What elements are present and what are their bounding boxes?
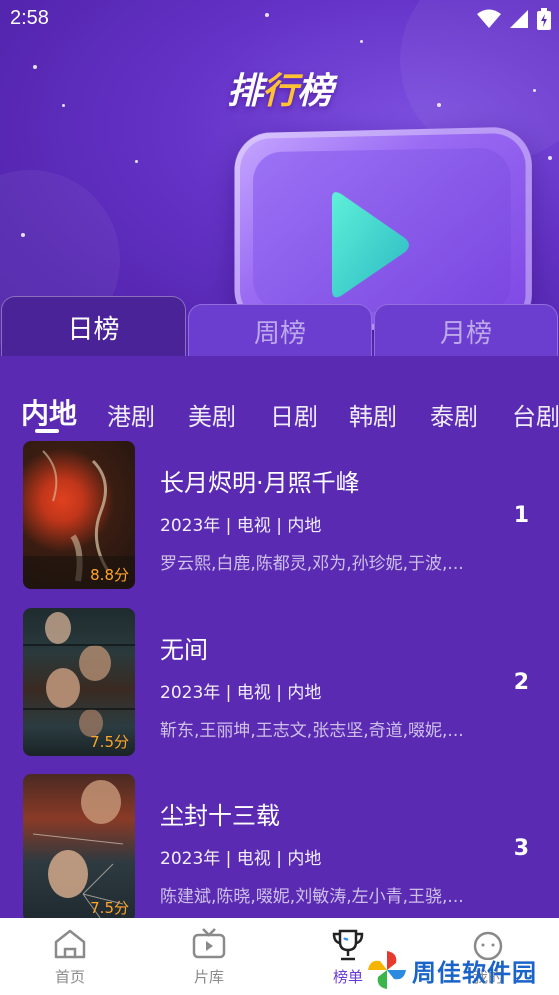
tab-daily[interactable]: 日榜 <box>1 296 186 358</box>
pinwheel-logo-icon <box>368 951 406 989</box>
item-title: 无间 <box>160 636 208 664</box>
category-jp[interactable]: 日剧 <box>270 397 318 432</box>
star-decor <box>135 160 138 163</box>
wifi-icon <box>477 9 501 28</box>
category-bar: 内地 港剧 美剧 日剧 韩剧 泰剧 台剧 <box>0 374 559 433</box>
play-icon <box>331 191 409 299</box>
item-meta: 2023年 | 电视 | 内地 <box>160 849 322 869</box>
item-cast: 罗云熙,白鹿,陈都灵,邓为,孙珍妮,于波,... <box>160 554 464 574</box>
tv-icon <box>192 928 226 959</box>
category-us[interactable]: 美剧 <box>188 397 236 432</box>
poster-image: 7.5分 <box>23 774 135 918</box>
category-hk[interactable]: 港剧 <box>107 397 155 432</box>
nav-library[interactable]: 片库 <box>159 918 259 995</box>
category-mainland[interactable]: 内地 <box>21 392 77 432</box>
category-tw[interactable]: 台剧 <box>512 397 559 432</box>
category-th[interactable]: 泰剧 <box>430 397 478 432</box>
star-decor <box>360 40 363 43</box>
score-badge: 7.5分 <box>90 733 129 751</box>
status-time: 2:58 <box>10 7 49 29</box>
item-title: 尘封十三载 <box>160 802 280 830</box>
status-bar: 2:58 <box>0 0 559 38</box>
battery-icon <box>537 8 551 30</box>
category-kr[interactable]: 韩剧 <box>349 397 397 432</box>
rank-number: 3 <box>513 836 529 861</box>
rank-number: 1 <box>513 503 529 528</box>
score-badge: 7.5分 <box>90 899 129 917</box>
poster-image: 8.8分 <box>23 441 135 589</box>
item-cast: 陈建斌,陈晓,啜妮,刘敏涛,左小青,王骁,... <box>160 887 464 907</box>
item-cast: 靳东,王丽坤,王志文,张志坚,奇道,啜妮,... <box>160 721 464 741</box>
tab-weekly[interactable]: 周榜 <box>188 304 372 358</box>
watermark-text: 周佳软件园 <box>412 958 537 987</box>
status-icons <box>477 8 551 30</box>
title-char: 榜 <box>297 71 333 112</box>
ranking-tabs: 日榜 周榜 月榜 <box>0 296 559 358</box>
item-meta: 2023年 | 电视 | 内地 <box>160 516 322 536</box>
star-decor <box>21 233 25 237</box>
star-decor <box>548 156 552 160</box>
home-icon <box>54 929 86 959</box>
page-title: 排行榜 <box>0 62 559 114</box>
nav-label: 首页 <box>54 968 85 986</box>
nav-home[interactable]: 首页 <box>20 918 120 995</box>
item-title: 长月烬明·月照千峰 <box>160 469 360 497</box>
ranking-content: 内地 港剧 美剧 日剧 韩剧 泰剧 台剧 8.8分 长月烬明·月照千峰 2023… <box>0 356 559 918</box>
screen: 2:58 排行榜 日榜 周榜 月榜 内地 港剧 美剧 日剧 韩剧 泰剧 台剧 8… <box>0 0 559 995</box>
tab-monthly[interactable]: 月榜 <box>374 304 558 358</box>
list-item[interactable]: 8.8分 长月烬明·月照千峰 2023年 | 电视 | 内地 罗云熙,白鹿,陈都… <box>0 441 559 591</box>
title-char-accent: 行 <box>261 71 298 112</box>
list-item[interactable]: 7.5分 无间 2023年 | 电视 | 内地 靳东,王丽坤,王志文,张志坚,奇… <box>0 608 559 758</box>
rank-number: 2 <box>513 670 529 695</box>
poster-image: 7.5分 <box>23 608 135 756</box>
category-underline <box>35 429 59 433</box>
item-meta: 2023年 | 电视 | 内地 <box>160 683 322 703</box>
signal-icon <box>510 10 528 28</box>
nav-label: 片库 <box>193 968 224 986</box>
list-item[interactable]: 7.5分 尘封十三载 2023年 | 电视 | 内地 陈建斌,陈晓,啜妮,刘敏涛… <box>0 774 559 918</box>
trophy-icon <box>332 929 364 961</box>
watermark: 周佳软件园 <box>366 948 556 992</box>
score-badge: 8.8分 <box>90 566 129 584</box>
title-char: 排 <box>226 71 263 112</box>
